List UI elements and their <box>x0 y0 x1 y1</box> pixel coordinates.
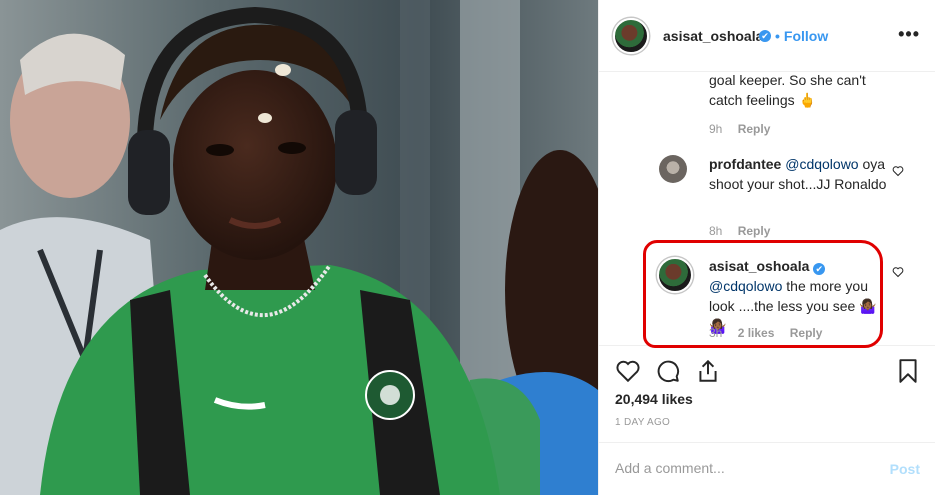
follow-separator: • <box>775 28 780 44</box>
verified-icon: ✔ <box>759 30 771 42</box>
comment-text: goal keeper. So she can't catch feelings… <box>709 72 866 108</box>
like-comment-heart-icon[interactable] <box>892 165 904 177</box>
author-avatar[interactable] <box>613 18 649 54</box>
photo-illustration <box>0 0 598 495</box>
comment-time[interactable]: 9h <box>709 122 722 136</box>
like-comment-heart-icon[interactable] <box>892 266 904 278</box>
commenter-username[interactable]: profdantee <box>709 156 781 172</box>
post-timestamp[interactable]: 1 DAY AGO <box>615 417 670 428</box>
comment-time[interactable]: 3h <box>709 326 722 340</box>
commenter-avatar[interactable] <box>659 155 687 183</box>
likes-count[interactable]: 20,494 likes <box>615 391 693 407</box>
comment-meta: 3h 2 likes Reply <box>709 326 834 340</box>
comment-body: profdantee @cdqolowo oya shoot your shot… <box>709 154 889 194</box>
comment-meta: 8h Reply <box>709 224 782 238</box>
reply-button[interactable]: Reply <box>738 224 771 238</box>
comment-likes[interactable]: 2 likes <box>738 326 775 340</box>
comment-body: asisat_oshoala ✔ @cdqolowo the more you … <box>709 256 884 336</box>
commenter-avatar[interactable] <box>657 257 693 293</box>
comment-mention[interactable]: @cdqolowo <box>785 156 858 172</box>
follow-button[interactable]: • Follow <box>775 28 828 44</box>
comment-icon[interactable] <box>655 358 681 384</box>
more-icon[interactable]: ••• <box>898 24 920 45</box>
commenter-username[interactable]: asisat_oshoala <box>709 258 809 274</box>
post-header: asisat_oshoala ✔ • Follow ••• <box>599 0 935 72</box>
follow-label: Follow <box>783 28 829 44</box>
comment-meta: 9h Reply <box>709 122 782 136</box>
add-comment-input[interactable] <box>615 460 865 476</box>
reply-button[interactable]: Reply <box>790 326 823 340</box>
reply-button[interactable]: Reply <box>738 122 771 136</box>
author-username[interactable]: asisat_oshoala <box>663 28 763 44</box>
comment-time[interactable]: 8h <box>709 224 722 238</box>
add-comment-bar: Post <box>599 442 935 495</box>
verified-icon: ✔ <box>813 263 826 275</box>
post-panel: asisat_oshoala ✔ • Follow ••• goal keeper… <box>598 0 935 495</box>
bookmark-icon[interactable] <box>895 358 921 384</box>
post-comment-button[interactable]: Post <box>890 461 920 477</box>
action-bar <box>599 345 935 346</box>
comment-mention[interactable]: @cdqolowo <box>709 278 782 294</box>
share-icon[interactable] <box>695 358 721 384</box>
heart-icon[interactable] <box>615 358 641 384</box>
post-photo[interactable] <box>0 0 598 495</box>
